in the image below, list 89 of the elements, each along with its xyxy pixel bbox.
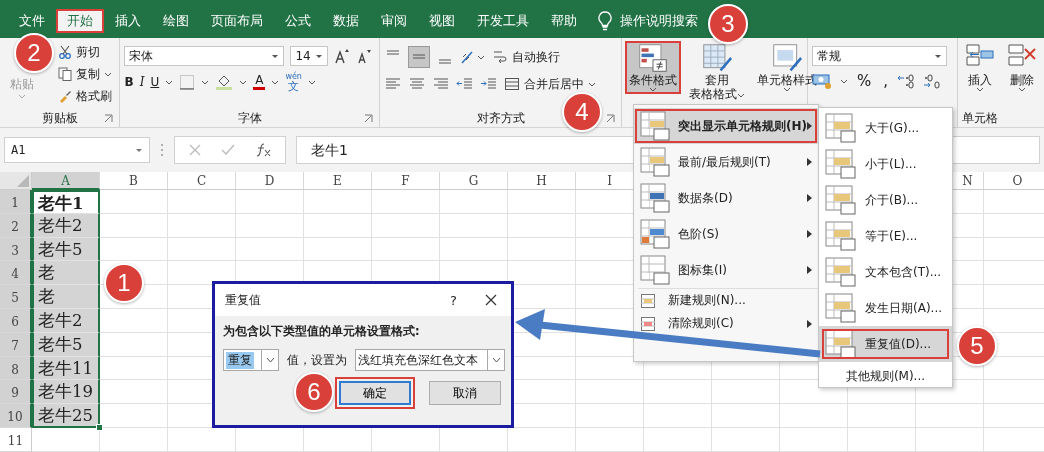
bold-button[interactable]: B xyxy=(124,75,134,89)
table-cell: 老牛1 xyxy=(32,190,100,214)
table-cell: 老牛2 xyxy=(32,309,100,333)
comma-button[interactable]: , xyxy=(880,72,891,90)
row-header[interactable]: 4 xyxy=(0,261,32,286)
type-select[interactable]: 重复 xyxy=(223,349,279,371)
ribbon-tab[interactable]: 帮助 xyxy=(540,9,588,33)
table-cell: 老牛11 xyxy=(32,356,100,381)
menu-item[interactable]: 清除规则(C) xyxy=(634,312,818,335)
row-header[interactable]: 6 xyxy=(0,309,32,333)
copy-button[interactable]: 复制 xyxy=(58,64,112,84)
row-header[interactable]: 10 xyxy=(0,404,32,428)
ribbon-tab[interactable]: 绘图 xyxy=(152,9,200,33)
group-label: 剪贴板 xyxy=(41,110,78,126)
menu-item[interactable]: 发生日期(A)... xyxy=(819,290,952,326)
menu-item[interactable]: 突出显示单元格规则(H) xyxy=(634,108,818,144)
dialog-title: 重复值 xyxy=(225,291,262,309)
step-badge: 5 xyxy=(957,326,997,366)
column-header[interactable]: F xyxy=(372,172,440,190)
column-header[interactable]: C xyxy=(168,172,236,190)
ribbon-tab[interactable]: 文件 xyxy=(8,9,56,33)
menu-item[interactable]: 介于(B)... xyxy=(819,182,952,218)
column-header[interactable]: O xyxy=(984,172,1044,190)
row-header[interactable]: 11 xyxy=(0,427,32,452)
format-painter-button[interactable]: 格式刷 xyxy=(58,86,112,106)
insert-cells-button[interactable]: 插入 xyxy=(962,42,998,93)
delete-cells-button[interactable]: 删除 xyxy=(1004,42,1040,93)
ribbon-tab[interactable]: 数据 xyxy=(322,9,370,33)
column-header[interactable]: A xyxy=(32,172,100,190)
ribbon-tab[interactable]: 页面布局 xyxy=(200,9,274,33)
merge-center-button[interactable]: 合并后居中 xyxy=(504,74,597,94)
menu-item[interactable]: 等于(E)... xyxy=(819,218,952,254)
format-select[interactable]: 浅红填充色深红色文本 xyxy=(355,349,505,371)
phonetic-guide-button[interactable]: wén 文 xyxy=(285,72,302,92)
cut-button[interactable]: 剪切 xyxy=(58,42,112,62)
table-cell: 老牛19 xyxy=(32,380,100,405)
font-size-select[interactable]: 14 xyxy=(290,46,329,66)
menu-item[interactable]: 图标集(I) xyxy=(634,252,818,288)
row-header[interactable]: 7 xyxy=(0,332,32,357)
menu-item[interactable]: 色阶(S) xyxy=(634,216,818,252)
conditional-formatting-button[interactable]: 条件格式 xyxy=(625,42,680,93)
column-header[interactable]: D xyxy=(236,172,304,190)
menu-item[interactable]: 大于(G)... xyxy=(819,110,952,146)
number-format-select[interactable]: 常规 xyxy=(811,46,947,66)
tell-me-search[interactable]: 操作说明搜索 xyxy=(620,12,698,30)
font-color-button[interactable]: A xyxy=(253,74,266,90)
row-header[interactable]: 1 xyxy=(0,190,32,214)
cancel-button[interactable]: 取消 xyxy=(429,381,501,405)
ribbon-tab[interactable]: 公式 xyxy=(274,9,322,33)
ribbon-tab[interactable]: 审阅 xyxy=(370,9,418,33)
wrap-text-button[interactable]: 自动换行 xyxy=(492,47,561,67)
table-cell: 老牛5 xyxy=(32,237,100,262)
group-label: 单元格 xyxy=(962,110,998,126)
ribbon-tab[interactable]: 插入 xyxy=(104,9,152,33)
column-header[interactable]: B xyxy=(100,172,168,190)
menu-item[interactable]: 小于(L)... xyxy=(819,146,952,182)
column-header[interactable]: G xyxy=(440,172,508,190)
step-badge: 1 xyxy=(104,263,144,303)
name-box[interactable]: A1 xyxy=(4,137,150,163)
menu-item[interactable]: 其他规则(M)... xyxy=(819,362,952,390)
menu-item[interactable]: 新建规则(N)... xyxy=(634,289,818,312)
table-cell: 老牛5 xyxy=(32,332,100,357)
row-header[interactable]: 9 xyxy=(0,380,32,405)
menu-item[interactable]: 文本包含(T)... xyxy=(819,254,952,290)
row-header[interactable]: 8 xyxy=(0,356,32,381)
group-label: 对齐方式 xyxy=(476,110,525,126)
row-header[interactable]: 5 xyxy=(0,285,32,309)
ribbon-tab[interactable]: 开始 xyxy=(56,9,104,33)
percent-button[interactable]: % xyxy=(853,72,875,90)
underline-button[interactable]: U xyxy=(150,75,160,89)
help-button[interactable]: ? xyxy=(450,292,457,308)
row-header[interactable]: 2 xyxy=(0,213,32,238)
table-cell: 老 xyxy=(32,261,100,286)
menu-item[interactable]: 重复值(D)... xyxy=(819,326,952,362)
ribbon-tab[interactable]: 视图 xyxy=(418,9,466,33)
ribbon-tab[interactable]: 开发工具 xyxy=(466,9,540,33)
table-cell: 老 xyxy=(32,285,100,309)
italic-button[interactable]: I xyxy=(139,75,145,89)
column-header[interactable]: H xyxy=(508,172,576,190)
group-label: 字体 xyxy=(237,110,262,126)
format-as-table-button[interactable]: 套用 表格格式 xyxy=(685,42,748,102)
column-header[interactable]: E xyxy=(304,172,372,190)
table-cell: 老牛25 xyxy=(32,404,100,428)
column-header[interactable]: N xyxy=(952,172,984,190)
field-label: 值，设置为 xyxy=(287,352,347,368)
table-cell: 老牛2 xyxy=(32,213,100,238)
row-header[interactable]: 3 xyxy=(0,237,32,262)
font-name-select[interactable]: 宋体 xyxy=(124,46,285,66)
dialog-prompt: 为包含以下类型值的单元格设置格式: xyxy=(223,324,421,339)
